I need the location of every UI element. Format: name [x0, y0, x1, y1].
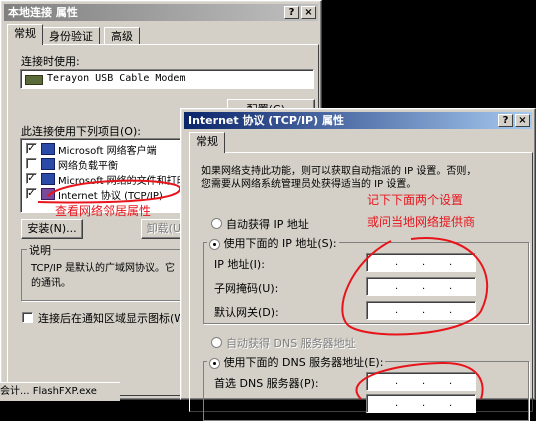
taskbar-label: 会计... FlashFXP.exe — [0, 386, 97, 397]
annotation-ellipse-dns — [355, 361, 484, 400]
title-bar[interactable]: 本地连接 属性 ? × — [4, 4, 318, 21]
connect-using-label: 连接时使用: — [21, 55, 80, 68]
auto-ip-radio[interactable] — [211, 218, 222, 229]
tab-advanced[interactable]: 高级 — [104, 27, 140, 45]
item-checkbox-nlb[interactable] — [26, 158, 37, 169]
item-checkbox-ms-client[interactable]: ✓ — [26, 143, 37, 154]
default-gateway-label: 默认网关(D): — [214, 306, 279, 319]
annotation-ellipse-ip — [341, 236, 489, 336]
use-ip-label[interactable]: 使用下面的 IP 地址(S): — [224, 237, 337, 250]
list-item[interactable]: Microsoft 网络客户端 — [58, 142, 157, 157]
notify-checkbox[interactable] — [22, 312, 33, 323]
alternate-dns-label: 备用 DNS 服务器(A): — [214, 399, 320, 412]
use-ip-radio[interactable] — [209, 238, 220, 250]
preferred-dns-label: 首选 DNS 服务器(P): — [214, 377, 319, 390]
notify-label[interactable]: 连接后在通知区域显示图标(W) — [38, 310, 189, 326]
modem-icon — [25, 75, 43, 85]
tab-authentication[interactable]: 身份验证 — [42, 27, 100, 45]
intro-line-2: 您需要从网络系统管理员处获得适当的 IP 设置。 — [201, 179, 417, 190]
device-name: Terayon USB Cable Modem — [47, 73, 186, 84]
close-button[interactable]: × — [301, 6, 316, 19]
window-title: 本地连接 属性 — [8, 6, 78, 19]
install-button[interactable]: 安装(N)... — [21, 219, 83, 239]
network-service-icon — [41, 158, 55, 170]
items-label: 此连接使用下列项目(O): — [21, 125, 141, 138]
subnet-mask-label: 子网掩码(U): — [214, 282, 279, 295]
device-field: Terayon USB Cable Modem — [20, 69, 314, 89]
help-button[interactable]: ? — [498, 114, 513, 127]
tab-general[interactable]: 常规 — [189, 132, 225, 153]
use-dns-radio[interactable] — [209, 357, 220, 369]
description-title: 说明 — [27, 242, 53, 258]
window-title: Internet 协议 (TCP/IP) 属性 — [188, 114, 344, 127]
list-item[interactable]: 网络负载平衡 — [58, 157, 118, 172]
tcpip-properties-window: Internet 协议 (TCP/IP) 属性 ? × 常规 如果网络支持此功能… — [180, 108, 536, 421]
ip-group-title-wrap: 使用下面的 IP 地址(S): — [207, 235, 339, 251]
description-line-2: 的通讯。 — [31, 278, 71, 289]
description-line-1: TCP/IP 是默认的广域网协议。它 — [31, 263, 176, 274]
auto-dns-radio[interactable] — [211, 337, 222, 348]
network-client-icon — [41, 143, 55, 155]
close-button[interactable]: × — [515, 114, 530, 127]
title-bar[interactable]: Internet 协议 (TCP/IP) 属性 ? × — [184, 112, 532, 129]
tab-general[interactable]: 常规 — [7, 24, 43, 45]
annotation-view-properties: 查看网络邻居属性 — [55, 204, 152, 218]
auto-ip-label[interactable]: 自动获得 IP 地址 — [226, 216, 309, 232]
annotation-note-settings: 记下下面两个设置 — [367, 193, 464, 207]
ip-address-label: IP 地址(I): — [214, 258, 265, 271]
annotation-ask-provider: 或问当地网络提供商 — [367, 215, 476, 229]
help-button[interactable]: ? — [284, 6, 299, 19]
taskbar-item[interactable]: 会计... FlashFXP.exe — [0, 382, 120, 401]
